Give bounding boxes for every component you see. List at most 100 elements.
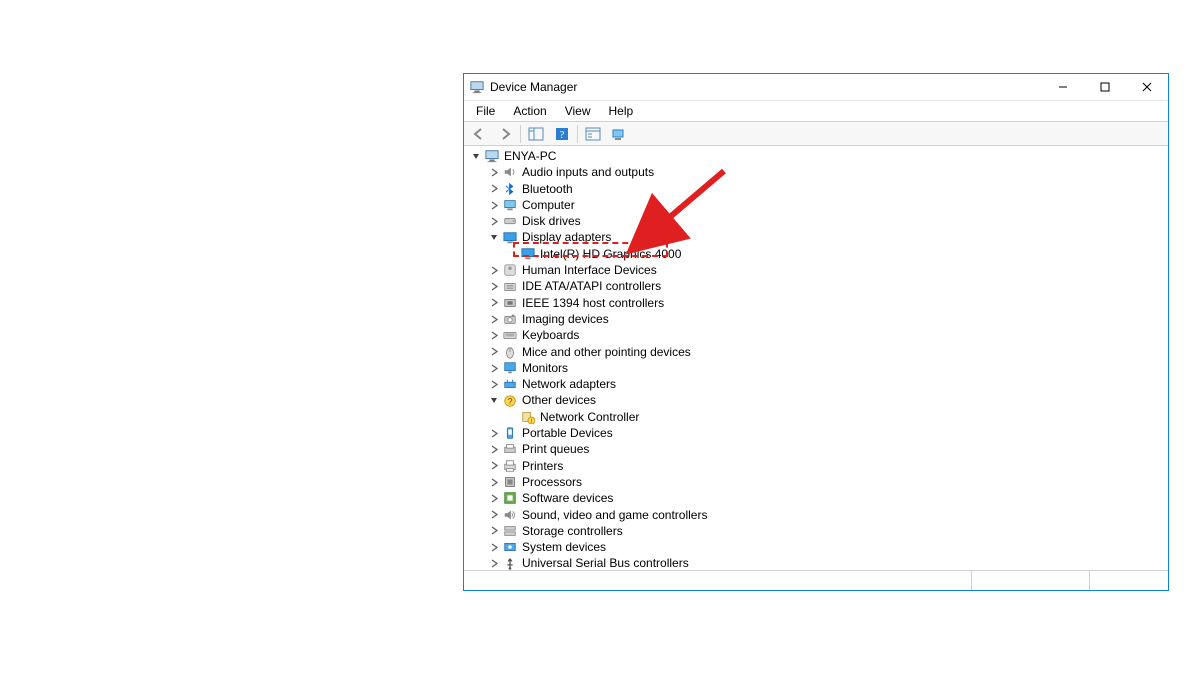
chevron-right-icon[interactable] xyxy=(488,329,500,341)
forward-button[interactable] xyxy=(494,124,516,144)
tree-item-label: Display adapters xyxy=(521,229,612,245)
keyboard-icon xyxy=(502,328,518,342)
tree-category[interactable]: Printers xyxy=(464,458,1168,474)
tree-category[interactable]: Audio inputs and outputs xyxy=(464,164,1168,180)
tree-category[interactable]: IEEE 1394 host controllers xyxy=(464,295,1168,311)
tree-category[interactable]: Portable Devices xyxy=(464,425,1168,441)
tree-item-label: Monitors xyxy=(521,360,569,376)
tree-category[interactable]: Display adapters xyxy=(464,229,1168,245)
tree-item-label: Network adapters xyxy=(521,376,617,392)
tree-category[interactable]: System devices xyxy=(464,539,1168,555)
window-buttons xyxy=(1042,74,1168,100)
tree-category[interactable]: IDE ATA/ATAPI controllers xyxy=(464,278,1168,294)
chevron-right-icon[interactable] xyxy=(488,558,500,570)
tree-category[interactable]: Print queues xyxy=(464,441,1168,457)
monitor-icon xyxy=(502,361,518,375)
svg-text:?: ? xyxy=(508,396,513,406)
tree-category[interactable]: Sound, video and game controllers xyxy=(464,507,1168,523)
back-button[interactable] xyxy=(468,124,490,144)
software-icon xyxy=(502,491,518,505)
tree-device[interactable]: ! Network Controller xyxy=(464,409,1168,425)
tree-category[interactable]: Computer xyxy=(464,197,1168,213)
computer-small-icon xyxy=(502,198,518,212)
chevron-right-icon[interactable] xyxy=(488,525,500,537)
chevron-right-icon[interactable] xyxy=(488,166,500,178)
chevron-right-icon[interactable] xyxy=(488,460,500,472)
chevron-right-icon[interactable] xyxy=(488,199,500,211)
tree-item-label: Software devices xyxy=(521,490,614,506)
tree-category[interactable]: Storage controllers xyxy=(464,523,1168,539)
chevron-down-icon[interactable] xyxy=(488,232,500,244)
tree-item-label: Bluetooth xyxy=(521,181,574,197)
tree-category[interactable]: Universal Serial Bus controllers xyxy=(464,555,1168,570)
tree-category[interactable]: Software devices xyxy=(464,490,1168,506)
svg-text:!: ! xyxy=(531,418,533,424)
chevron-right-icon[interactable] xyxy=(488,509,500,521)
statusbar xyxy=(464,570,1168,590)
tree-item-label: Human Interface Devices xyxy=(521,262,658,278)
audio-icon xyxy=(502,165,518,179)
menu-file[interactable]: File xyxy=(468,102,503,120)
chevron-right-icon[interactable] xyxy=(488,183,500,195)
tree-item-label: Printers xyxy=(521,458,564,474)
display-icon xyxy=(520,247,536,261)
console-tree-button[interactable] xyxy=(525,124,547,144)
chevron-right-icon[interactable] xyxy=(488,443,500,455)
svg-text:?: ? xyxy=(560,129,565,141)
menu-action[interactable]: Action xyxy=(505,102,554,120)
menu-help[interactable]: Help xyxy=(601,102,642,120)
menu-view[interactable]: View xyxy=(557,102,599,120)
toolbar-divider xyxy=(520,125,521,143)
chevron-right-icon[interactable] xyxy=(488,281,500,293)
properties-button[interactable] xyxy=(582,124,604,144)
chevron-right-icon[interactable] xyxy=(488,264,500,276)
help-button[interactable]: ? xyxy=(551,124,573,144)
computer-icon xyxy=(484,149,500,163)
chevron-right-icon[interactable] xyxy=(488,427,500,439)
tree-category[interactable]: Bluetooth xyxy=(464,181,1168,197)
tree-category[interactable]: Human Interface Devices xyxy=(464,262,1168,278)
chevron-right-icon[interactable] xyxy=(488,492,500,504)
chevron-right-icon[interactable] xyxy=(488,541,500,553)
tree-category[interactable]: Monitors xyxy=(464,360,1168,376)
printer-icon xyxy=(502,459,518,473)
mouse-icon xyxy=(502,345,518,359)
minimize-button[interactable] xyxy=(1042,74,1084,100)
tree-device[interactable]: Intel(R) HD Graphics 4000 xyxy=(464,246,1168,262)
tree-category[interactable]: Processors xyxy=(464,474,1168,490)
chevron-right-icon[interactable] xyxy=(488,297,500,309)
tree-item-label: Portable Devices xyxy=(521,425,614,441)
tree-item-label: Network Controller xyxy=(539,409,640,425)
tree-category[interactable]: ? Other devices xyxy=(464,392,1168,408)
tree-item-label: IEEE 1394 host controllers xyxy=(521,295,665,311)
chevron-right-icon[interactable] xyxy=(488,378,500,390)
titlebar: Device Manager xyxy=(464,74,1168,100)
chevron-down-icon[interactable] xyxy=(470,150,482,162)
chevron-right-icon[interactable] xyxy=(488,362,500,374)
device-tree[interactable]: ENYA-PCAudio inputs and outputsBluetooth… xyxy=(464,146,1168,570)
chevron-right-icon[interactable] xyxy=(488,215,500,227)
tree-category[interactable]: Disk drives xyxy=(464,213,1168,229)
tree-category[interactable]: Keyboards xyxy=(464,327,1168,343)
chevron-right-icon[interactable] xyxy=(488,313,500,325)
chevron-down-icon[interactable] xyxy=(488,395,500,407)
device-manager-window: Device Manager File Action View Help ? xyxy=(463,73,1169,591)
bluetooth-icon xyxy=(502,182,518,196)
close-button[interactable] xyxy=(1126,74,1168,100)
maximize-button[interactable] xyxy=(1084,74,1126,100)
storage-icon xyxy=(502,524,518,538)
tree-item-label: Other devices xyxy=(521,392,597,408)
tree-category[interactable]: Mice and other pointing devices xyxy=(464,344,1168,360)
chevron-right-icon[interactable] xyxy=(488,476,500,488)
tree-item-label: Storage controllers xyxy=(521,523,624,539)
tree-category[interactable]: Network adapters xyxy=(464,376,1168,392)
other-icon: ? xyxy=(502,394,518,408)
tree-item-label: Computer xyxy=(521,197,576,213)
scan-hardware-button[interactable] xyxy=(608,124,630,144)
tree-category[interactable]: Imaging devices xyxy=(464,311,1168,327)
tree-root[interactable]: ENYA-PC xyxy=(464,148,1168,164)
tree-item-label: Mice and other pointing devices xyxy=(521,344,692,360)
firewire-icon xyxy=(502,296,518,310)
display-icon xyxy=(502,231,518,245)
chevron-right-icon[interactable] xyxy=(488,346,500,358)
